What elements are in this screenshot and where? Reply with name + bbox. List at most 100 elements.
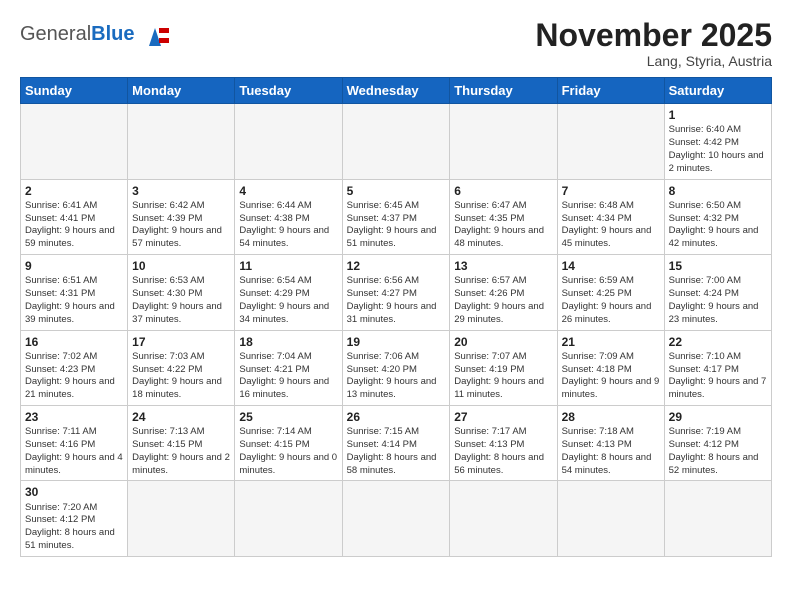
day-number: 22 [669, 334, 767, 350]
header: General Blue November 2025 Lang, Styria,… [20, 18, 772, 69]
calendar-cell: 7Sunrise: 6:48 AM Sunset: 4:34 PM Daylig… [557, 179, 664, 254]
col-thursday: Thursday [450, 78, 557, 104]
calendar-cell: 19Sunrise: 7:06 AM Sunset: 4:20 PM Dayli… [342, 330, 450, 405]
day-number: 9 [25, 258, 123, 274]
col-wednesday: Wednesday [342, 78, 450, 104]
page: General Blue November 2025 Lang, Styria,… [0, 0, 792, 612]
calendar-week-3: 9Sunrise: 6:51 AM Sunset: 4:31 PM Daylig… [21, 255, 772, 330]
calendar-cell: 13Sunrise: 6:57 AM Sunset: 4:26 PM Dayli… [450, 255, 557, 330]
calendar-cell: 11Sunrise: 6:54 AM Sunset: 4:29 PM Dayli… [235, 255, 342, 330]
calendar-cell: 4Sunrise: 6:44 AM Sunset: 4:38 PM Daylig… [235, 179, 342, 254]
col-sunday: Sunday [21, 78, 128, 104]
day-number: 23 [25, 409, 123, 425]
calendar-cell: 21Sunrise: 7:09 AM Sunset: 4:18 PM Dayli… [557, 330, 664, 405]
calendar-cell: 15Sunrise: 7:00 AM Sunset: 4:24 PM Dayli… [664, 255, 771, 330]
calendar-cell: 29Sunrise: 7:19 AM Sunset: 4:12 PM Dayli… [664, 405, 771, 480]
day-number: 24 [132, 409, 230, 425]
day-info: Sunrise: 7:11 AM Sunset: 4:16 PM Dayligh… [25, 426, 123, 477]
day-number: 5 [347, 183, 446, 199]
day-number: 19 [347, 334, 446, 350]
calendar-cell [235, 104, 342, 179]
calendar-cell: 8Sunrise: 6:50 AM Sunset: 4:32 PM Daylig… [664, 179, 771, 254]
day-number: 30 [25, 484, 123, 500]
title-block: November 2025 Lang, Styria, Austria [535, 18, 772, 69]
day-info: Sunrise: 7:20 AM Sunset: 4:12 PM Dayligh… [25, 502, 123, 553]
day-info: Sunrise: 7:04 AM Sunset: 4:21 PM Dayligh… [239, 351, 337, 402]
calendar-cell [664, 481, 771, 556]
calendar-cell: 17Sunrise: 7:03 AM Sunset: 4:22 PM Dayli… [128, 330, 235, 405]
logo-icon [139, 18, 171, 50]
calendar-cell [128, 481, 235, 556]
day-number: 16 [25, 334, 123, 350]
month-title: November 2025 [535, 18, 772, 53]
logo-general: General [20, 23, 91, 46]
calendar-cell [557, 481, 664, 556]
calendar-week-5: 23Sunrise: 7:11 AM Sunset: 4:16 PM Dayli… [21, 405, 772, 480]
calendar-cell: 22Sunrise: 7:10 AM Sunset: 4:17 PM Dayli… [664, 330, 771, 405]
calendar-week-2: 2Sunrise: 6:41 AM Sunset: 4:41 PM Daylig… [21, 179, 772, 254]
day-info: Sunrise: 7:17 AM Sunset: 4:13 PM Dayligh… [454, 426, 552, 477]
day-info: Sunrise: 7:09 AM Sunset: 4:18 PM Dayligh… [562, 351, 660, 402]
day-number: 21 [562, 334, 660, 350]
calendar-cell: 5Sunrise: 6:45 AM Sunset: 4:37 PM Daylig… [342, 179, 450, 254]
day-number: 8 [669, 183, 767, 199]
day-info: Sunrise: 6:56 AM Sunset: 4:27 PM Dayligh… [347, 275, 446, 326]
calendar-cell [342, 481, 450, 556]
day-number: 3 [132, 183, 230, 199]
day-number: 28 [562, 409, 660, 425]
subtitle: Lang, Styria, Austria [535, 53, 772, 69]
day-info: Sunrise: 6:54 AM Sunset: 4:29 PM Dayligh… [239, 275, 337, 326]
calendar-table: Sunday Monday Tuesday Wednesday Thursday… [20, 77, 772, 557]
day-number: 13 [454, 258, 552, 274]
calendar-week-4: 16Sunrise: 7:02 AM Sunset: 4:23 PM Dayli… [21, 330, 772, 405]
calendar-cell: 1Sunrise: 6:40 AM Sunset: 4:42 PM Daylig… [664, 104, 771, 179]
day-number: 1 [669, 107, 767, 123]
day-info: Sunrise: 7:15 AM Sunset: 4:14 PM Dayligh… [347, 426, 446, 477]
day-info: Sunrise: 7:06 AM Sunset: 4:20 PM Dayligh… [347, 351, 446, 402]
day-info: Sunrise: 7:13 AM Sunset: 4:15 PM Dayligh… [132, 426, 230, 477]
day-number: 7 [562, 183, 660, 199]
day-info: Sunrise: 7:19 AM Sunset: 4:12 PM Dayligh… [669, 426, 767, 477]
day-info: Sunrise: 7:07 AM Sunset: 4:19 PM Dayligh… [454, 351, 552, 402]
day-number: 18 [239, 334, 337, 350]
calendar-week-1: 1Sunrise: 6:40 AM Sunset: 4:42 PM Daylig… [21, 104, 772, 179]
calendar-cell: 27Sunrise: 7:17 AM Sunset: 4:13 PM Dayli… [450, 405, 557, 480]
calendar-cell: 12Sunrise: 6:56 AM Sunset: 4:27 PM Dayli… [342, 255, 450, 330]
calendar-cell: 16Sunrise: 7:02 AM Sunset: 4:23 PM Dayli… [21, 330, 128, 405]
day-info: Sunrise: 7:18 AM Sunset: 4:13 PM Dayligh… [562, 426, 660, 477]
calendar-cell: 28Sunrise: 7:18 AM Sunset: 4:13 PM Dayli… [557, 405, 664, 480]
calendar-cell [557, 104, 664, 179]
day-info: Sunrise: 6:51 AM Sunset: 4:31 PM Dayligh… [25, 275, 123, 326]
calendar-cell [342, 104, 450, 179]
day-info: Sunrise: 7:03 AM Sunset: 4:22 PM Dayligh… [132, 351, 230, 402]
day-number: 29 [669, 409, 767, 425]
calendar-cell: 24Sunrise: 7:13 AM Sunset: 4:15 PM Dayli… [128, 405, 235, 480]
day-number: 27 [454, 409, 552, 425]
calendar-cell: 23Sunrise: 7:11 AM Sunset: 4:16 PM Dayli… [21, 405, 128, 480]
calendar-cell: 25Sunrise: 7:14 AM Sunset: 4:15 PM Dayli… [235, 405, 342, 480]
logo-blue: Blue [91, 23, 134, 46]
day-number: 10 [132, 258, 230, 274]
col-monday: Monday [128, 78, 235, 104]
day-info: Sunrise: 6:59 AM Sunset: 4:25 PM Dayligh… [562, 275, 660, 326]
calendar-cell: 2Sunrise: 6:41 AM Sunset: 4:41 PM Daylig… [21, 179, 128, 254]
calendar-cell: 20Sunrise: 7:07 AM Sunset: 4:19 PM Dayli… [450, 330, 557, 405]
calendar-cell: 26Sunrise: 7:15 AM Sunset: 4:14 PM Dayli… [342, 405, 450, 480]
day-info: Sunrise: 7:00 AM Sunset: 4:24 PM Dayligh… [669, 275, 767, 326]
calendar-cell: 18Sunrise: 7:04 AM Sunset: 4:21 PM Dayli… [235, 330, 342, 405]
calendar-header-row: Sunday Monday Tuesday Wednesday Thursday… [21, 78, 772, 104]
day-info: Sunrise: 6:40 AM Sunset: 4:42 PM Dayligh… [669, 124, 767, 175]
day-info: Sunrise: 6:41 AM Sunset: 4:41 PM Dayligh… [25, 200, 123, 251]
calendar-cell: 14Sunrise: 6:59 AM Sunset: 4:25 PM Dayli… [557, 255, 664, 330]
calendar-cell [21, 104, 128, 179]
col-saturday: Saturday [664, 78, 771, 104]
day-info: Sunrise: 6:53 AM Sunset: 4:30 PM Dayligh… [132, 275, 230, 326]
day-number: 2 [25, 183, 123, 199]
day-number: 14 [562, 258, 660, 274]
calendar-cell [235, 481, 342, 556]
calendar-cell [450, 104, 557, 179]
day-info: Sunrise: 6:47 AM Sunset: 4:35 PM Dayligh… [454, 200, 552, 251]
day-info: Sunrise: 6:50 AM Sunset: 4:32 PM Dayligh… [669, 200, 767, 251]
calendar-cell: 6Sunrise: 6:47 AM Sunset: 4:35 PM Daylig… [450, 179, 557, 254]
calendar-cell: 9Sunrise: 6:51 AM Sunset: 4:31 PM Daylig… [21, 255, 128, 330]
